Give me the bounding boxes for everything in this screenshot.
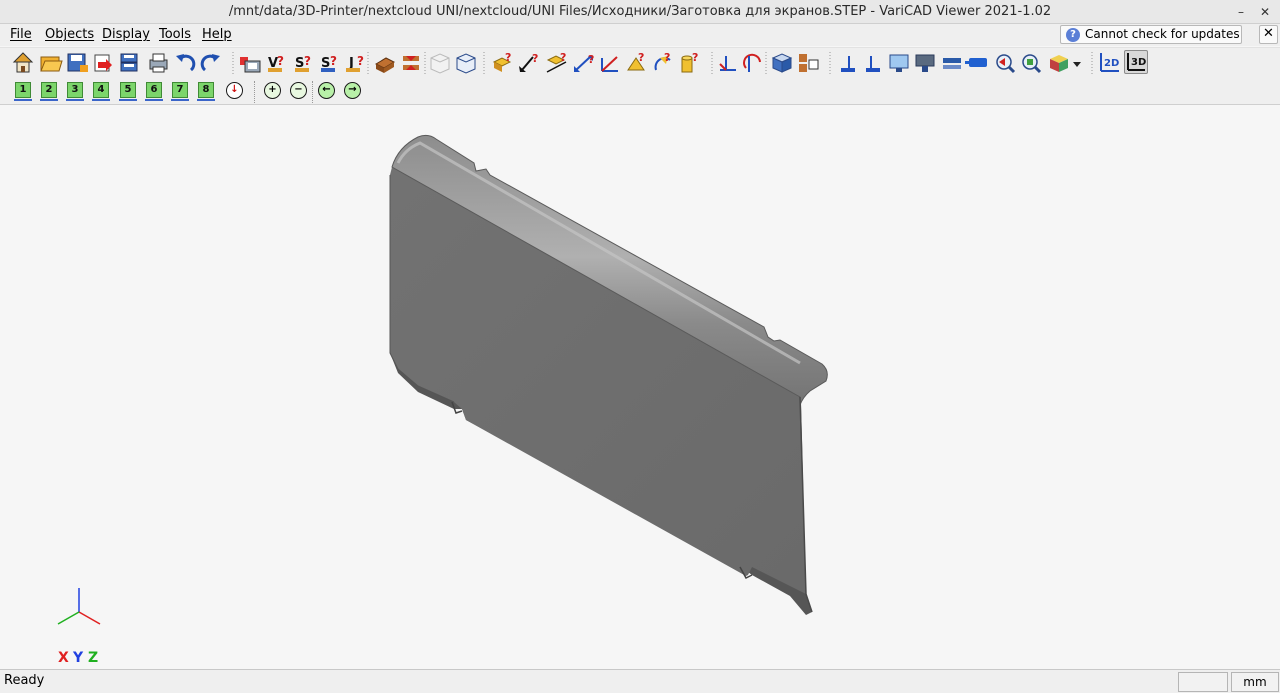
zoom-previous-icon[interactable]	[996, 54, 1016, 74]
wireframe-box-icon[interactable]	[430, 53, 450, 74]
batch-save-icon[interactable]	[120, 53, 138, 72]
section-y-icon[interactable]	[866, 56, 880, 72]
3d-viewport[interactable]	[0, 105, 1280, 669]
svg-text:?: ?	[330, 54, 337, 68]
svg-text:?: ?	[638, 51, 644, 64]
help-circle-icon: ?	[1066, 28, 1080, 42]
home-icon[interactable]	[12, 52, 34, 73]
view-3d-label: 3D	[1131, 57, 1146, 68]
units-indicator: mm	[1231, 672, 1279, 692]
area-query-icon[interactable]: S ?	[321, 54, 337, 72]
inertia-query-icon[interactable]: J ?	[346, 54, 364, 72]
print-icon[interactable]	[149, 53, 168, 73]
edge-distance-icon[interactable]: ?	[546, 51, 566, 73]
axis-x-label: X	[58, 650, 69, 666]
save-icon[interactable]	[67, 53, 88, 72]
saved-view-7-button[interactable]: 7	[171, 82, 189, 101]
cube-view-icon[interactable]	[771, 53, 793, 73]
svg-text:?: ?	[304, 54, 311, 68]
saved-view-5-button[interactable]: 5	[119, 82, 137, 101]
svg-text:?: ?	[588, 53, 594, 66]
render-mode-icon[interactable]	[1050, 55, 1081, 72]
view-toolbar: 1 2 3 4 5 6 7 8 ↓ + − ← →	[0, 77, 1280, 105]
plane-view-icon[interactable]	[943, 58, 961, 69]
cylinder-query-icon[interactable]: ?	[681, 51, 698, 73]
surface-query-icon[interactable]: S ?	[295, 54, 311, 72]
angle-measure-icon[interactable]: ?	[627, 51, 645, 71]
section-x-icon[interactable]	[841, 56, 855, 72]
object-info-icon[interactable]	[240, 57, 261, 73]
zoom-window-icon[interactable]	[1022, 54, 1042, 74]
check-interference-icon[interactable]	[374, 57, 396, 73]
previous-view-icon[interactable]: ←	[318, 82, 335, 99]
toolbar-separator	[312, 81, 313, 103]
update-check-button[interactable]: ? Cannot check for updates	[1060, 25, 1242, 44]
menu-display[interactable]: Display	[102, 27, 150, 42]
menu-objects[interactable]: Objects	[45, 27, 94, 42]
rotate-dimension-icon[interactable]	[743, 53, 761, 72]
zoom-in-icon[interactable]: +	[264, 82, 281, 99]
saved-view-6-button[interactable]: 6	[145, 82, 163, 101]
display-mode-icon[interactable]	[915, 54, 935, 72]
coordinate-readout	[1178, 672, 1228, 692]
axis-dimension-icon[interactable]	[719, 56, 736, 71]
axis-y-label: Y	[73, 650, 84, 666]
svg-text:?: ?	[664, 51, 670, 64]
toolbar-separator	[254, 81, 255, 103]
saved-view-8-button[interactable]: 8	[197, 82, 215, 101]
point-distance-icon[interactable]: ?	[519, 52, 538, 72]
zoom-out-icon[interactable]: −	[290, 82, 307, 99]
arc-measure-icon[interactable]: ?	[654, 51, 671, 71]
multi-view-icon[interactable]	[799, 54, 819, 72]
plate-front-face	[390, 167, 806, 594]
saved-view-4-button[interactable]: 4	[92, 82, 110, 101]
main-toolbar: V ? S ? S ? J ? ? ? ? ? ? ? ? 2D 3D	[0, 47, 1280, 77]
svg-text:?: ?	[277, 54, 284, 68]
monitor-icon[interactable]	[889, 54, 909, 72]
vector-measure-icon[interactable]	[601, 56, 618, 72]
window-close-button[interactable]: ✕	[1256, 3, 1274, 21]
view-2d-label: 2D	[1104, 58, 1119, 69]
open-folder-icon[interactable]	[40, 56, 63, 72]
svg-text:?: ?	[532, 52, 538, 65]
update-check-label: Cannot check for updates	[1085, 27, 1240, 41]
axis-z-label: Z	[88, 650, 99, 666]
window-title: /mnt/data/3D-Printer/nextcloud UNI/nextc…	[228, 4, 1052, 19]
svg-text:?: ?	[560, 51, 566, 64]
view-2d-icon: 2D	[1100, 53, 1119, 72]
view-3d-button[interactable]: 3D	[1124, 50, 1148, 74]
split-objects-icon[interactable]	[403, 56, 419, 70]
part-model[interactable]	[0, 105, 1280, 669]
title-bar: /mnt/data/3D-Printer/nextcloud UNI/nextc…	[0, 0, 1280, 24]
saved-view-3-button[interactable]: 3	[66, 82, 84, 101]
object-distance-icon[interactable]: ?	[492, 51, 511, 72]
next-view-icon[interactable]: →	[344, 82, 361, 99]
save-view-icon[interactable]: ↓	[226, 82, 243, 99]
face-distance-icon[interactable]: ?	[574, 53, 594, 72]
minimize-button[interactable]: –	[1232, 3, 1250, 21]
menu-help[interactable]: Help	[202, 27, 232, 42]
view-3d-icon: 3D	[1127, 53, 1146, 71]
status-text: Ready	[4, 673, 45, 688]
saved-view-2-button[interactable]: 2	[40, 82, 58, 101]
volume-query-icon[interactable]: V ?	[268, 54, 284, 72]
undo-icon[interactable]	[176, 54, 196, 72]
svg-text:?: ?	[692, 51, 698, 64]
axes-triad	[57, 588, 101, 625]
status-bar: Ready mm	[0, 669, 1280, 693]
svg-text:?: ?	[505, 51, 511, 64]
dismiss-update-button[interactable]: ✕	[1259, 25, 1278, 44]
saved-view-1-button[interactable]: 1	[14, 82, 32, 101]
blue-tool-icon[interactable]	[965, 58, 987, 67]
svg-text:?: ?	[357, 54, 364, 68]
export-icon[interactable]	[94, 54, 112, 72]
main-toolbar-icons: V ? S ? S ? J ? ? ? ? ? ? ? ?	[12, 51, 1093, 74]
redo-icon[interactable]	[200, 54, 220, 72]
menu-file[interactable]: File	[10, 27, 32, 42]
menu-tools[interactable]: Tools	[159, 27, 191, 42]
view-2d-button[interactable]: 2D	[1098, 50, 1122, 74]
shaded-box-icon[interactable]	[456, 53, 476, 74]
